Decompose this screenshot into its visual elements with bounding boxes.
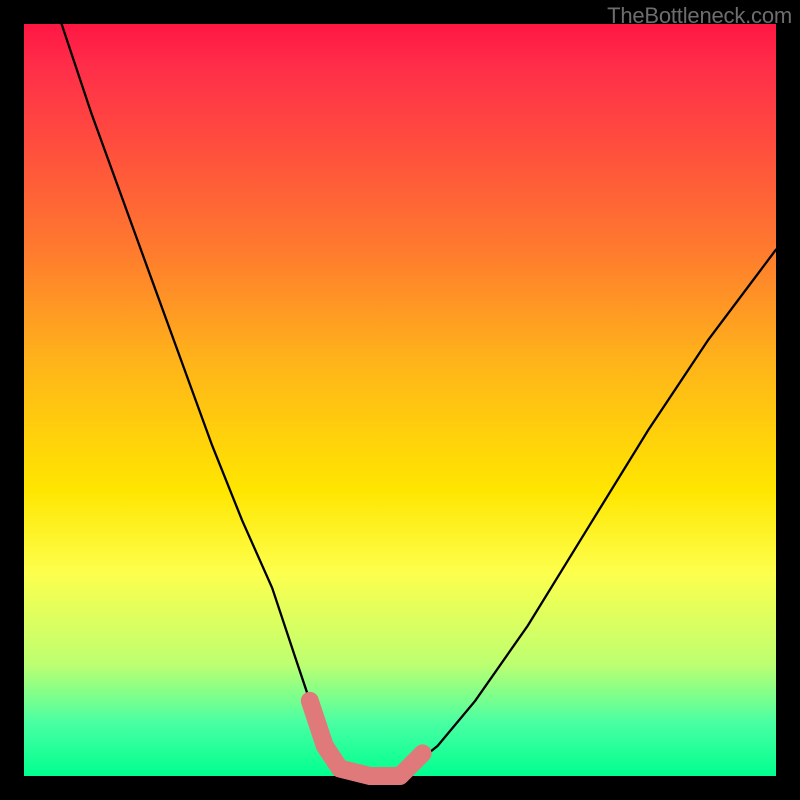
highlight-band — [310, 701, 423, 776]
chart-frame: TheBottleneck.com — [0, 0, 800, 800]
watermark-text: TheBottleneck.com — [607, 3, 792, 29]
bottleneck-curve — [62, 24, 776, 776]
curve-layer — [24, 24, 776, 776]
